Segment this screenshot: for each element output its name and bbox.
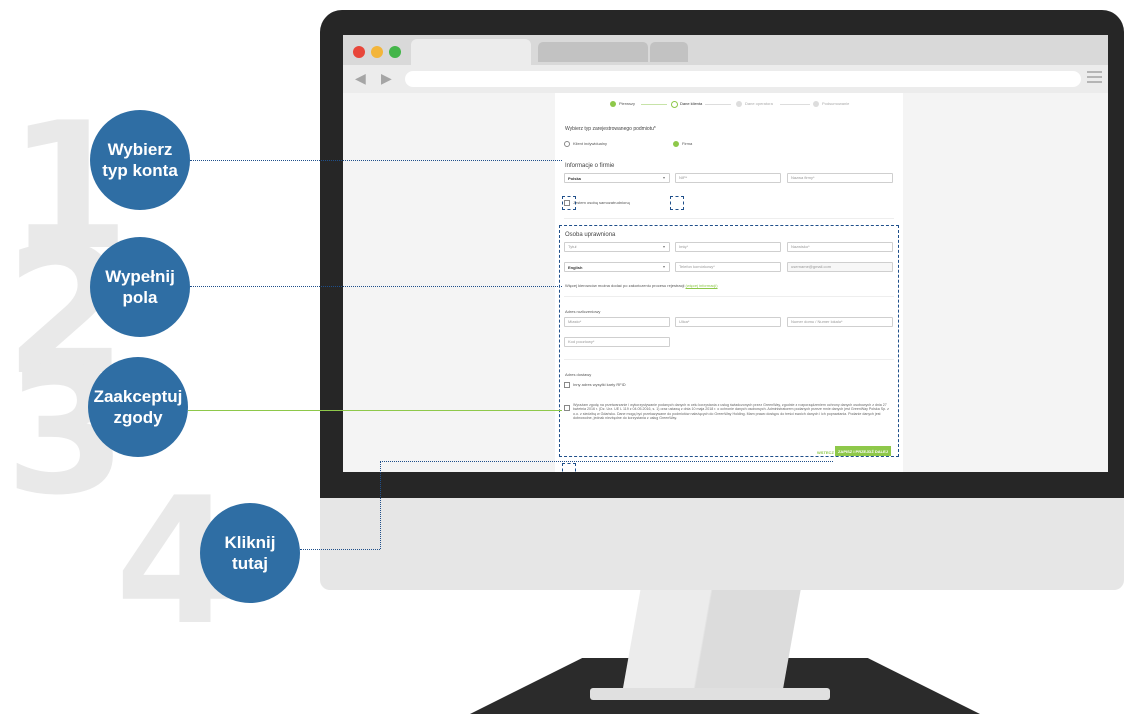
stepper-line (705, 104, 731, 105)
stepper-line (641, 104, 667, 105)
browser-tab-bar (343, 35, 1108, 65)
step-3-bubble: Zaakceptuj zgody (88, 357, 188, 457)
browser-toolbar: ◀ ▶ (343, 65, 1108, 93)
forward-arrow-icon[interactable]: ▶ (381, 70, 392, 87)
monitor-stand-neck (623, 588, 801, 688)
company-radio[interactable] (673, 141, 679, 147)
maximize-window-dot[interactable] (389, 46, 401, 58)
monitor-chin (320, 498, 1124, 590)
stepper-item: Dane operatora (745, 101, 773, 106)
browser-tab[interactable] (538, 42, 648, 62)
company-label: Firma (682, 141, 693, 146)
company-name-input[interactable]: Nazwa firmy* (787, 173, 893, 183)
stepper-item: Dane klienta (680, 101, 703, 106)
nip-input[interactable]: NIP* (675, 173, 781, 183)
url-bar[interactable] (405, 71, 1081, 87)
page-content: Pierwszy Dane klienta Dane operatora Pod… (343, 93, 1108, 472)
stepper-line (780, 104, 810, 105)
back-arrow-icon[interactable]: ◀ (355, 70, 366, 87)
step-done-icon (610, 101, 616, 107)
connector-line-4-vertical (380, 461, 381, 549)
company-section-title: Informacje o firmie (565, 163, 615, 169)
country-select[interactable]: Polska ▾ (564, 173, 670, 183)
highlight-individual-radio (562, 196, 576, 210)
minimize-window-dot[interactable] (371, 46, 383, 58)
monitor-stand-base (590, 688, 830, 700)
section-divider (564, 218, 894, 219)
step-1-bubble: Wybierz typ konta (90, 110, 190, 210)
self-employed-label: Jestem osobą samozatrudnioną (573, 200, 630, 205)
stepper-item: Podsumowanie (822, 101, 850, 106)
connector-line-1 (190, 160, 562, 161)
hamburger-menu-icon[interactable] (1087, 71, 1102, 85)
connector-line-3 (188, 410, 562, 411)
step-2-bubble: Wypełnij pola (90, 237, 190, 337)
connector-line-4-top (380, 461, 833, 462)
browser-window: ◀ ▶ Pierwszy Dane klienta Dane operatora… (343, 35, 1108, 472)
connector-line-4-horizontal (300, 549, 380, 550)
connector-line-2 (190, 286, 562, 287)
close-window-dot[interactable] (353, 46, 365, 58)
individual-radio[interactable] (564, 141, 570, 147)
step-4-bubble: Kliknij tutaj (200, 503, 300, 603)
step-todo-icon (813, 101, 819, 107)
browser-tab-active[interactable] (411, 39, 531, 65)
account-type-title: Wybierz typ zarejestrowanego podmiotu* (565, 126, 656, 132)
individual-label: Klient indywidualny (573, 141, 608, 146)
highlight-form-fields (559, 225, 899, 457)
browser-tab[interactable] (650, 42, 688, 62)
step-todo-icon (736, 101, 742, 107)
stepper-item: Pierwszy (619, 101, 636, 106)
highlight-consent-checkbox (562, 463, 576, 472)
step-current-icon (671, 101, 678, 108)
highlight-company-radio (670, 196, 684, 210)
